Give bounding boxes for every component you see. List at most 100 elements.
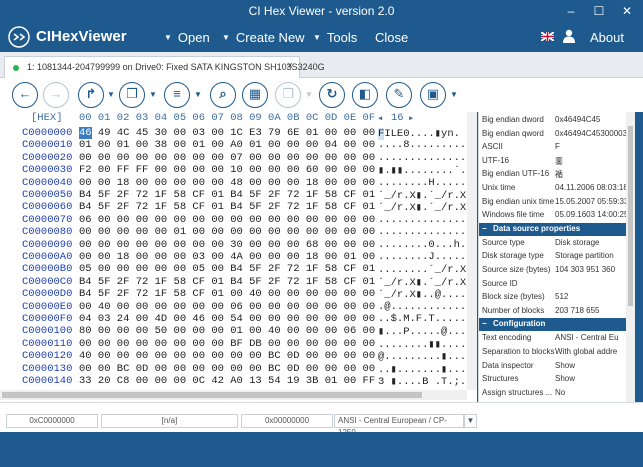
property-value[interactable]: 203 718 655	[555, 306, 627, 315]
row-ascii[interactable]: ........▮▮......	[378, 338, 479, 351]
row-ascii[interactable]: ..▮.......▮.....	[378, 363, 479, 376]
property-row[interactable]: Separation to blocksWith global addre›	[479, 346, 635, 359]
row-bytes[interactable]: B4 5F 2F 72 1F 58 CF 01 00 40 00 00 00 0…	[79, 288, 375, 300]
row-bytes[interactable]: 00 00 18 00 00 00 03 00 4A 00 00 00 18 0…	[79, 251, 375, 263]
row-bytes[interactable]: 33 20 C8 00 00 00 0C 42 A0 13 54 19 3B 0…	[79, 375, 375, 387]
hex-row[interactable]: C0000130 00 00 BC 0D 00 00 00 00 00 00 BC…	[0, 363, 479, 376]
row-byte-values[interactable]: 05 00 00 00 00 00 05 00 B4 5F 2F 72 1F 5…	[79, 263, 375, 275]
property-row[interactable]: Big endian UTF-16 䙉	[479, 168, 635, 181]
document-tab[interactable]: 1: 1081344-204799999 on Drive0: Fixed SA…	[4, 56, 325, 78]
property-row[interactable]: Number of blocks 203 718 655	[479, 305, 635, 318]
property-row[interactable]: UTF-16 䥆	[479, 155, 635, 168]
property-row[interactable]: Windows file time 05.09.1603 14:00:25	[479, 209, 635, 222]
property-value[interactable]: Storage partition	[555, 251, 627, 260]
row-ascii[interactable]: ........H.......	[378, 177, 479, 189]
hex-horizontal-scrollbar[interactable]	[0, 390, 467, 400]
row-ascii[interactable]: ........´_/r.X▮.	[378, 263, 479, 276]
row-ascii-text[interactable]: ........▮▮......	[378, 339, 479, 351]
search-button[interactable]: ⌕	[210, 82, 236, 108]
row-bytes[interactable]: 00 00 00 00 00 00 00 00 BF DB 00 00 00 0…	[79, 338, 375, 350]
row-ascii-text[interactable]: ´_/r.X▮.´_/r.X▮.	[378, 202, 479, 214]
property-row[interactable]: StructuresShow›	[479, 373, 635, 386]
bytes-per-line-value[interactable]: 16	[391, 112, 404, 124]
row-bytes[interactable]: 04 03 24 00 4D 00 46 00 54 00 00 00 00 0…	[79, 313, 375, 325]
property-value[interactable]: 512	[555, 292, 627, 301]
list-button[interactable]: ≡	[164, 82, 190, 108]
row-bytes[interactable]: 00 00 00 00 00 00 00 00 07 00 00 00 00 0…	[79, 152, 375, 164]
row-ascii-text[interactable]: ........J.......	[378, 251, 479, 263]
row-bytes[interactable]: 01 00 01 00 38 00 01 00 A0 01 00 00 00 0…	[79, 139, 375, 151]
property-row[interactable]: Assign structures ...No›	[479, 387, 635, 400]
property-value[interactable]: 05.09.1603 14:00:25	[555, 210, 627, 219]
row-byte-values[interactable]: 00 40 00 00 00 00 00 00 06 00 00 00 00 0…	[79, 301, 375, 313]
row-ascii[interactable]: .@..............	[378, 301, 479, 313]
configuration-section[interactable]: − Configuration	[479, 318, 627, 332]
row-ascii-text[interactable]: ´_/r.X▮..@......	[378, 289, 479, 301]
property-value[interactable]: F	[555, 142, 627, 151]
row-bytes[interactable]: F2 00 FF FF 00 00 00 00 10 00 00 00 60 0…	[79, 164, 375, 176]
row-bytes[interactable]: 00 00 BC 0D 00 00 00 00 00 00 BC 0D 00 0…	[79, 363, 375, 375]
copy-button[interactable]: ❐	[275, 82, 301, 108]
property-value[interactable]: 0x46494C453000030	[555, 129, 627, 138]
user-icon[interactable]	[563, 29, 575, 43]
row-ascii-text[interactable]: ´_/r.X▮.´_/r.X▮.	[378, 277, 479, 289]
forward-button[interactable]: →	[43, 82, 69, 108]
properties-scrollbar[interactable]	[626, 112, 635, 402]
bookmark-button[interactable]: ❒	[119, 82, 145, 108]
hex-row[interactable]: C0000070 06 00 00 00 00 00 00 00 00 00 00…	[0, 214, 479, 226]
property-value[interactable]: Show	[555, 361, 627, 370]
refresh-button[interactable]: ↻	[319, 82, 345, 108]
hex-view[interactable]: [HEX] 00 01 02 03 04 05 06 07 08 09 0A 0…	[0, 112, 479, 402]
property-value[interactable]: ANSI - Central Eu	[555, 333, 627, 342]
row-ascii[interactable]: ´_/r.X▮.´_/r.X▮.	[378, 201, 479, 214]
property-value[interactable]: 䥆	[555, 156, 627, 167]
property-row[interactable]: Data inspectorShow›	[479, 360, 635, 373]
property-value[interactable]: Show	[555, 374, 627, 383]
row-byte-values[interactable]: 80 00 00 00 50 00 00 00 01 00 40 00 00 0…	[79, 325, 375, 337]
row-byte-values[interactable]: 06 00 00 00 00 00 00 00 00 00 00 00 00 0…	[79, 214, 375, 226]
maximize-button[interactable]: ☐	[585, 0, 613, 22]
property-row[interactable]: Block size (bytes)512›	[479, 291, 635, 304]
row-ascii-text[interactable]: ILE0....▮yn.	[384, 128, 460, 140]
row-ascii[interactable]: ´_/r.X▮.´_/r.X▮.	[378, 189, 479, 202]
row-byte-values[interactable]: 49 4C 45 30 00 03 00 1C E3 79 6E 01 00 0…	[98, 127, 375, 139]
row-byte-values[interactable]: B4 5F 2F 72 1F 58 CF 01 00 40 00 00 00 0…	[79, 288, 375, 300]
hex-scroll-thumb[interactable]	[2, 392, 422, 398]
row-bytes[interactable]: 06 00 00 00 00 00 00 00 00 00 00 00 00 0…	[79, 214, 375, 226]
menu-about[interactable]: About	[590, 30, 624, 45]
bytes-per-line-left-icon[interactable]: ◂	[377, 112, 383, 125]
row-ascii-text[interactable]: ....8..........	[378, 139, 473, 151]
row-byte-values[interactable]: 00 00 18 00 00 00 00 00 48 00 00 00 18 0…	[79, 177, 375, 189]
menu-tools[interactable]: ▼ Tools	[313, 30, 357, 45]
hex-row[interactable]: C00000D0 B4 5F 2F 72 1F 58 CF 01 00 40 00…	[0, 288, 479, 301]
row-byte-values[interactable]: B4 5F 2F 72 1F 58 CF 01 B4 5F 2F 72 1F 5…	[79, 201, 375, 213]
property-value[interactable]: 04.11.2006 08:03:18	[555, 183, 627, 192]
row-ascii-text[interactable]: ................	[378, 226, 479, 238]
selected-byte[interactable]: 46	[79, 127, 92, 139]
save-button[interactable]: ▣	[420, 82, 446, 108]
hex-row[interactable]: C00000C0 B4 5F 2F 72 1F 58 CF 01 B4 5F 2F…	[0, 276, 479, 289]
property-row[interactable]: Text encodingANSI - Central Eu›	[479, 332, 635, 345]
back-button[interactable]: ←	[12, 82, 38, 108]
row-ascii[interactable]: ....8..........	[378, 139, 473, 151]
row-byte-values[interactable]: 00 00 00 00 00 00 00 00 30 00 00 00 68 0…	[79, 239, 375, 251]
row-bytes[interactable]: 00 40 00 00 00 00 00 00 06 00 00 00 00 0…	[79, 301, 375, 313]
hex-row[interactable]: C00000A0 00 00 18 00 00 00 03 00 4A 00 00…	[0, 251, 479, 263]
row-ascii[interactable]: ........0...h...	[378, 239, 479, 251]
row-bytes[interactable]: 40 00 00 00 00 00 00 00 00 00 BC 0D 00 0…	[79, 350, 375, 362]
list-dropdown-icon[interactable]: ▼	[194, 90, 202, 99]
row-ascii-text[interactable]: ´_/r.X▮.´_/r.X▮.	[378, 190, 479, 202]
property-row[interactable]: Disk storage type Storage partition	[479, 250, 635, 263]
row-byte-values[interactable]: 40 00 00 00 00 00 00 00 00 00 BC 0D 00 0…	[79, 350, 375, 362]
row-ascii-text[interactable]: ........H.......	[378, 177, 479, 189]
row-byte-values[interactable]: 00 00 18 00 00 00 03 00 4A 00 00 00 18 0…	[79, 251, 375, 263]
row-ascii[interactable]: ................	[378, 226, 479, 238]
property-value[interactable]: With global addre	[555, 347, 627, 356]
edit-button[interactable]: ✎	[386, 82, 412, 108]
hex-row[interactable]: C0000090 00 00 00 00 00 00 00 00 30 00 00…	[0, 239, 479, 251]
hex-row[interactable]: C0000000 46 49 4C 45 30 00 03 00 1C E3 79…	[0, 127, 460, 140]
goto-dropdown-icon[interactable]: ▼	[107, 90, 115, 99]
row-bytes[interactable]: 00 00 18 00 00 00 00 00 48 00 00 00 18 0…	[79, 177, 375, 189]
row-ascii-text[interactable]: ▮.▮▮........`...	[378, 165, 479, 177]
row-bytes[interactable]: 05 00 00 00 00 00 05 00 B4 5F 2F 72 1F 5…	[79, 263, 375, 275]
